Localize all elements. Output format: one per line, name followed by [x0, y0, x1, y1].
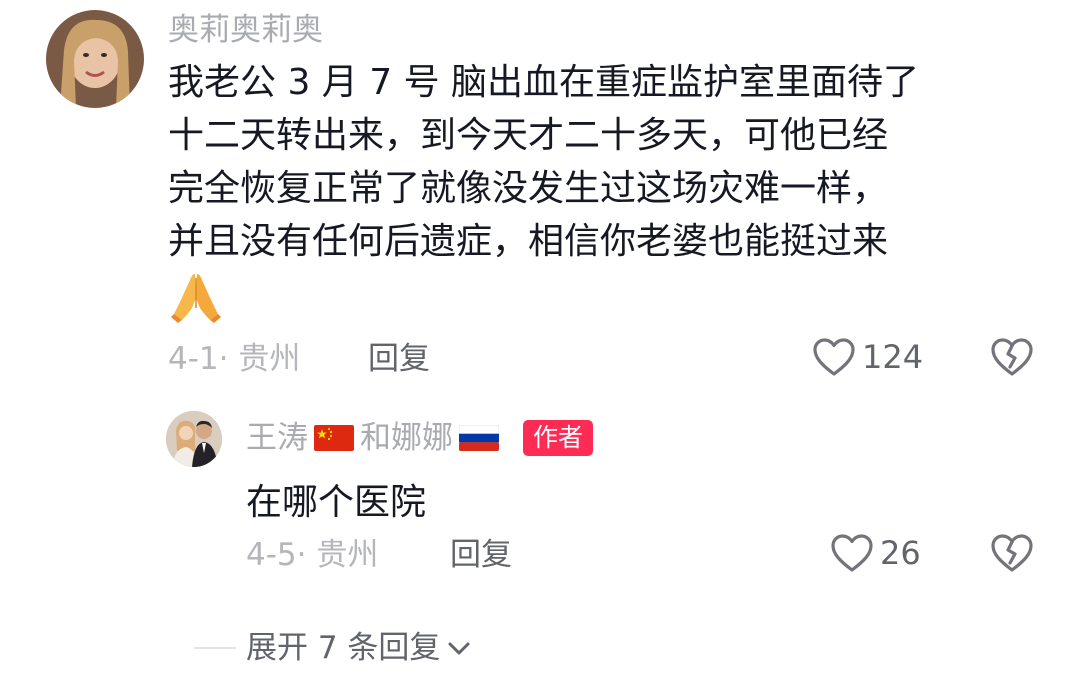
like-count: 124 [862, 338, 924, 376]
reply-date-location: 4-5· 贵州 [246, 537, 379, 573]
heart-icon [831, 534, 873, 572]
like-button[interactable]: 26 [830, 533, 921, 573]
dislike-button[interactable] [990, 533, 1034, 577]
folded-hands-icon [168, 268, 224, 324]
author-badge: 作者 [523, 420, 594, 456]
comment-date-location: 4-1· 贵州 [168, 341, 301, 377]
dislike-button[interactable] [990, 337, 1034, 381]
broken-heart-icon [991, 338, 1033, 376]
like-button[interactable]: 124 [812, 337, 923, 377]
chevron-down-icon [448, 642, 470, 655]
expand-replies-label: 展开 7 条回复 [246, 630, 441, 666]
heart-icon [813, 338, 855, 376]
expand-divider [194, 647, 236, 649]
china-flag-icon [314, 425, 354, 451]
russia-flag-icon [459, 425, 499, 451]
expand-replies-button[interactable]: 展开 7 条回复 [194, 630, 474, 666]
reply-button[interactable]: 回复 [368, 341, 430, 377]
comment-text: 我老公 3 月 7 号 脑出血在重症监护室里面待了 十二天转出来，到今天才二十多… [168, 62, 920, 262]
reply-username[interactable]: 王涛 和娜娜 作者 [246, 420, 594, 456]
commenter-avatar[interactable] [46, 10, 144, 108]
reply-text: 在哪个医院 [246, 482, 427, 523]
like-count: 26 [880, 534, 921, 572]
reply-author-avatar[interactable] [166, 411, 222, 467]
reply-username-part2: 和娜娜 [360, 420, 453, 456]
reply-username-part1: 王涛 [246, 420, 308, 456]
broken-heart-icon [991, 534, 1033, 572]
commenter-username[interactable]: 奥莉奥莉奥 [168, 12, 323, 48]
reply-button[interactable]: 回复 [450, 537, 512, 573]
